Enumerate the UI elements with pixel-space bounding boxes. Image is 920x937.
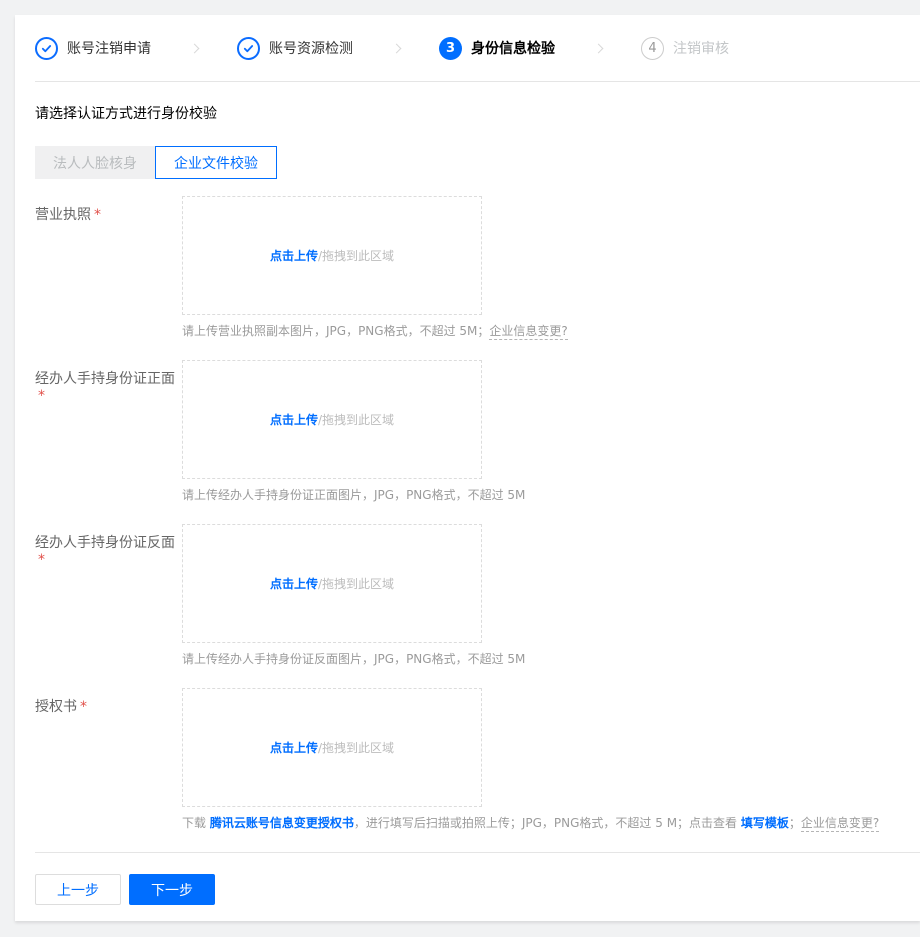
hint-text: 请上传营业执照副本图片，JPG，PNG格式，不超过 5M； <box>182 324 489 338</box>
step-3-label: 身份信息检验 <box>471 38 555 58</box>
upload-hint: 请上传营业执照副本图片，JPG，PNG格式，不超过 5M；企业信息变更? <box>182 322 568 339</box>
next-step-button[interactable]: 下一步 <box>129 874 215 905</box>
step-indicator: 账号注销申请 账号资源检测 3 身份信息检验 4 注销审核 <box>15 15 920 81</box>
enterprise-info-change-link[interactable]: 企业信息变更? <box>489 324 567 340</box>
upload-hint: 下载 腾讯云账号信息变更授权书，进行填写后扫描或拍照上传；JPG，PNG格式，不… <box>182 814 879 831</box>
chevron-right-icon <box>353 45 439 52</box>
wizard-footer: 上一步 下一步 <box>15 853 920 905</box>
form-row-business-license: 营业执照* 点击上传/拖拽到此区域 请上传营业执照副本图片，JPG，PNG格式，… <box>35 196 900 339</box>
step-2-account-resource-check: 账号资源检测 <box>237 37 353 60</box>
field-label-text: 营业执照 <box>35 207 91 223</box>
hint-text: 下载 <box>182 816 210 830</box>
previous-step-button[interactable]: 上一步 <box>35 874 121 905</box>
field-label: 经办人手持身份证正面* <box>35 360 182 404</box>
drag-hint-text: /拖拽到此区域 <box>318 739 394 756</box>
hint-text: 请上传经办人手持身份证正面图片，JPG，PNG格式，不超过 5M <box>182 488 525 502</box>
business-license-upload-dropzone[interactable]: 点击上传/拖拽到此区域 <box>182 196 482 315</box>
click-to-upload-link[interactable]: 点击上传 <box>270 411 318 428</box>
authorization-letter-upload-dropzone[interactable]: 点击上传/拖拽到此区域 <box>182 688 482 807</box>
drag-hint-text: /拖拽到此区域 <box>318 575 394 592</box>
form-row-id-card-back: 经办人手持身份证反面* 点击上传/拖拽到此区域 请上传经办人手持身份证反面图片，… <box>35 524 900 667</box>
step-4-number-badge: 4 <box>641 37 664 60</box>
click-to-upload-link[interactable]: 点击上传 <box>270 739 318 756</box>
tab-enterprise-document-verification[interactable]: 企业文件校验 <box>155 146 277 179</box>
form-row-id-card-front: 经办人手持身份证正面* 点击上传/拖拽到此区域 请上传经办人手持身份证正面图片，… <box>35 360 900 503</box>
verification-method-tabs: 法人人脸核身 企业文件校验 <box>35 146 900 179</box>
hint-text: ； <box>789 816 801 830</box>
field-label: 授权书* <box>35 688 182 716</box>
field-label-text: 经办人手持身份证正面 <box>35 371 175 387</box>
id-card-front-upload-dropzone[interactable]: 点击上传/拖拽到此区域 <box>182 360 482 479</box>
hint-text: 请上传经办人手持身份证反面图片，JPG，PNG格式，不超过 5M <box>182 652 525 666</box>
chevron-right-icon <box>151 45 237 52</box>
step-4-cancellation-review: 4 注销审核 <box>641 37 729 60</box>
template-view-link[interactable]: 填写模板 <box>741 816 789 830</box>
field-label-text: 授权书 <box>35 699 77 715</box>
step-1-label: 账号注销申请 <box>67 38 151 58</box>
required-mark: * <box>38 552 45 568</box>
form-row-authorization-letter: 授权书* 点击上传/拖拽到此区域 下载 腾讯云账号信息变更授权书，进行填写后扫描… <box>35 688 900 831</box>
authorization-letter-download-link[interactable]: 腾讯云账号信息变更授权书 <box>210 816 354 830</box>
step-3-number-badge: 3 <box>439 37 462 60</box>
required-mark: * <box>38 388 45 404</box>
upload-hint: 请上传经办人手持身份证正面图片，JPG，PNG格式，不超过 5M <box>182 486 525 503</box>
step-4-label: 注销审核 <box>673 38 729 58</box>
hint-text: ，进行填写后扫描或拍照上传；JPG，PNG格式，不超过 5 M；点击查看 <box>354 816 741 830</box>
step-2-label: 账号资源检测 <box>269 38 353 58</box>
field-label-text: 经办人手持身份证反面 <box>35 535 175 551</box>
drag-hint-text: /拖拽到此区域 <box>318 247 394 264</box>
click-to-upload-link[interactable]: 点击上传 <box>270 247 318 264</box>
step-1-account-cancellation-request: 账号注销申请 <box>35 37 151 60</box>
check-icon <box>237 37 260 60</box>
chevron-right-icon <box>555 45 641 52</box>
step-3-identity-verification: 3 身份信息检验 <box>439 37 555 60</box>
field-label: 经办人手持身份证反面* <box>35 524 182 568</box>
drag-hint-text: /拖拽到此区域 <box>318 411 394 428</box>
id-card-back-upload-dropzone[interactable]: 点击上传/拖拽到此区域 <box>182 524 482 643</box>
page-title: 请选择认证方式进行身份校验 <box>35 82 900 123</box>
field-label: 营业执照* <box>35 196 182 224</box>
document-upload-form: 营业执照* 点击上传/拖拽到此区域 请上传营业执照副本图片，JPG，PNG格式，… <box>35 196 900 831</box>
required-mark: * <box>80 699 87 715</box>
enterprise-info-change-link[interactable]: 企业信息变更? <box>801 816 879 832</box>
account-cancellation-panel: 账号注销申请 账号资源检测 3 身份信息检验 4 注销审核 请选择认证方式进行身… <box>15 15 920 921</box>
click-to-upload-link[interactable]: 点击上传 <box>270 575 318 592</box>
tab-legal-person-face-verification[interactable]: 法人人脸核身 <box>35 146 155 179</box>
required-mark: * <box>94 207 101 223</box>
upload-hint: 请上传经办人手持身份证反面图片，JPG，PNG格式，不超过 5M <box>182 650 525 667</box>
check-icon <box>35 37 58 60</box>
